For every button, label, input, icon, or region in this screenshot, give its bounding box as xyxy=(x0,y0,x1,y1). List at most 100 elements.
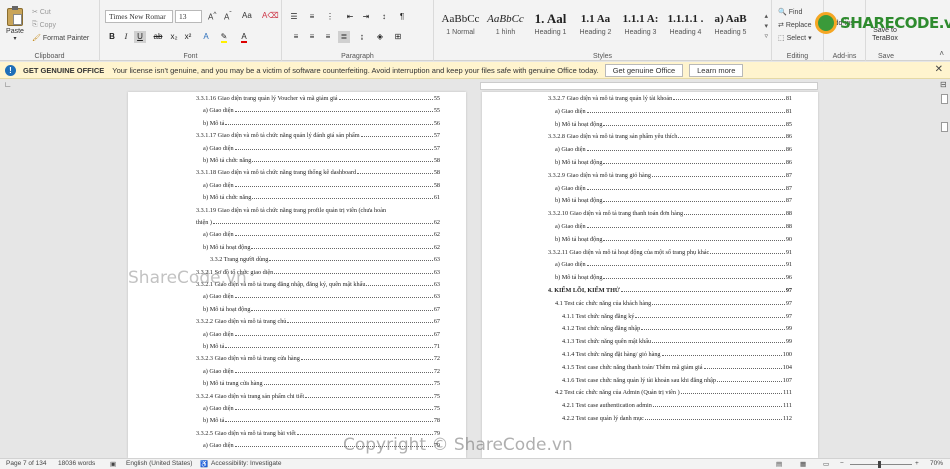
paste-button[interactable]: Paste ▾ xyxy=(4,6,26,44)
toc-entry[interactable]: a) Giao diện 62 xyxy=(203,229,440,238)
vertical-scrollbar[interactable] xyxy=(938,92,950,458)
toc-entry[interactable]: b) Mô tả hoạt động 67 xyxy=(203,304,440,313)
toc-entry[interactable]: 3.3.2.4 Giao diện và trang sản phẩm chi … xyxy=(196,391,440,400)
language[interactable]: English (United States) xyxy=(126,460,192,467)
multilevel-list-icon[interactable]: ⋮ xyxy=(324,11,336,23)
zoom-slider[interactable] xyxy=(850,461,912,468)
strikethrough-button[interactable]: ab xyxy=(152,31,164,43)
select-button[interactable]: ⬚ Select ▾ xyxy=(778,34,812,43)
document-page-left[interactable]: 3.3.1.16 Giao diện trang quản lý Voucher… xyxy=(128,92,466,458)
toc-entry[interactable]: 3.3.2.9 Giao diện và mô tả trang giỏ hàn… xyxy=(548,170,792,179)
toc-entry[interactable]: a) Giao diện 63 xyxy=(203,291,440,300)
toc-entry[interactable]: 3.3.2.10 Giao diện và mô tả trang thanh … xyxy=(548,208,792,217)
pilcrow-icon[interactable]: ¶ xyxy=(396,11,408,23)
shading-icon[interactable]: ◈ xyxy=(374,31,386,43)
font-size-select[interactable]: 13 xyxy=(175,10,202,23)
scrollbar-up[interactable] xyxy=(941,94,948,104)
toc-entry[interactable]: 3.3.2.3 Giao diện và mô tả trang cửa hàn… xyxy=(196,353,440,362)
ribbon-collapse-icon[interactable]: ˄ xyxy=(939,49,944,58)
toc-entry[interactable]: 3.3.2.2 Giao diện và mô tả trang chủ 67 xyxy=(196,316,440,325)
font-name-select[interactable]: Times New Romar xyxy=(105,10,173,23)
zoom-slider-thumb[interactable] xyxy=(878,461,881,468)
toc-entry[interactable]: b) Mô tả 71 xyxy=(203,341,440,350)
style-item[interactable]: AaBbCc 1 Normal xyxy=(438,9,483,47)
zoom-out-icon[interactable]: − xyxy=(840,460,844,467)
toc-entry[interactable]: a) Giao diện 58 xyxy=(203,180,440,189)
text-effects-button[interactable]: A xyxy=(200,31,212,43)
toc-entry[interactable]: 4.1.3 Test chức năng quên mật khẩu 99 xyxy=(562,336,792,345)
document-page-right[interactable]: 3.3.2.7 Giao diện và mô tả trang quản lý… xyxy=(482,92,818,458)
toc-entry[interactable]: a) Giao diện 57 xyxy=(203,143,440,152)
justify-icon[interactable]: ≣ xyxy=(338,31,350,43)
toc-entry[interactable]: 4.2.2 Test case quản lý danh mục 112 xyxy=(562,413,792,422)
align-right-icon[interactable]: ≡ xyxy=(322,31,334,43)
change-case-icon[interactable]: Aa xyxy=(242,11,252,20)
toc-entry[interactable]: 4.1 Test các chức năng của khách hàng 97 xyxy=(555,298,792,307)
read-mode-icon[interactable]: ▤ xyxy=(776,460,782,468)
toc-entry[interactable]: a) Giao diện 67 xyxy=(203,329,440,338)
toc-entry[interactable]: a) Giao diện 87 xyxy=(555,183,792,192)
borders-icon[interactable]: ⊞ xyxy=(392,31,404,43)
horizontal-ruler[interactable] xyxy=(480,82,818,90)
print-layout-icon[interactable]: ▦ xyxy=(800,460,806,468)
italic-button[interactable]: I xyxy=(120,31,132,43)
toc-entry[interactable]: a) Giao diện 55 xyxy=(203,105,440,114)
toc-entry[interactable]: 3.3.2.5 Giao diện và mô tả trang bài viế… xyxy=(196,428,440,437)
toc-entry[interactable]: b) Mô tả hoạt động 62 xyxy=(203,242,440,251)
view-ruler-icon[interactable]: ⊟ xyxy=(940,80,947,89)
toc-entry[interactable]: a) Giao diện 91 xyxy=(555,259,792,268)
toc-entry[interactable]: b) Mô tả hoạt động 90 xyxy=(555,234,792,243)
toc-entry[interactable]: 4.1.6 Test case chức năng quản lý tài kh… xyxy=(562,375,792,384)
toc-entry[interactable]: 3.3.2 Trang người dùng 63 xyxy=(210,254,440,263)
toc-entry[interactable]: b) Mô tả hoạt động 85 xyxy=(555,119,792,128)
font-color-button[interactable]: A xyxy=(238,31,250,43)
clear-format-icon[interactable]: A⌫ xyxy=(262,11,279,20)
toc-entry[interactable]: thiện ) 62 xyxy=(196,217,440,226)
toc-entry[interactable]: 3.3.1.17 Giao diện và mô tả chức năng qu… xyxy=(196,130,440,139)
toc-entry[interactable]: b) Mô tả chức năng 61 xyxy=(203,192,440,201)
subscript-button[interactable]: x₂ xyxy=(168,31,180,43)
bold-button[interactable]: B xyxy=(106,31,118,43)
format-painter-button[interactable]: 🖌 Format Painter xyxy=(32,34,89,43)
toc-entry[interactable]: b) Mô tả trang cửa hàng 75 xyxy=(203,378,440,387)
style-item[interactable]: AaBbCc 1 hình xyxy=(483,9,528,47)
accessibility-status[interactable]: Accessibility: Investigate xyxy=(211,460,281,467)
zoom-level[interactable]: 70% xyxy=(930,460,943,467)
sort-icon[interactable]: ↕ xyxy=(378,11,390,23)
toc-entry[interactable]: 4.2.1 Test case authentication admin 111 xyxy=(562,400,792,409)
style-item[interactable]: 1. Aal Heading 1 xyxy=(528,9,573,47)
toc-entry[interactable]: a) Giao diện 88 xyxy=(555,221,792,230)
toc-entry[interactable]: b) Mô tả 78 xyxy=(203,415,440,424)
tab-selector-icon[interactable]: ∟ xyxy=(4,80,12,89)
increase-indent-icon[interactable]: ⇥ xyxy=(360,11,372,23)
toc-entry[interactable]: 4.1.2 Test chức năng đăng nhập 99 xyxy=(562,323,792,332)
toc-entry[interactable]: 4.1.1 Test chức năng đăng ký 97 xyxy=(562,311,792,320)
line-spacing-icon[interactable]: ↨ xyxy=(356,31,368,43)
grow-font-icon[interactable]: A^ xyxy=(208,11,216,22)
toc-entry[interactable]: 4.2 Test các chức năng của Admin (Quản t… xyxy=(555,387,792,396)
styles-scroll-icon[interactable]: ▴ ▾ ▿ xyxy=(764,12,768,42)
replace-button[interactable]: ⇄ Replace xyxy=(778,21,812,30)
shrink-font-icon[interactable]: Aˇ xyxy=(224,11,232,22)
superscript-button[interactable]: x² xyxy=(182,31,194,43)
proofing-icon[interactable]: ▣ xyxy=(110,460,116,468)
toc-entry[interactable]: b) Mô tả hoạt động 96 xyxy=(555,272,792,281)
close-icon[interactable]: ✕ xyxy=(935,64,943,75)
copy-button[interactable]: ⎘ Copy xyxy=(32,21,56,29)
learn-more-button[interactable]: Learn more xyxy=(689,63,744,77)
toc-entry[interactable]: b) Mô tả hoạt động 86 xyxy=(555,157,792,166)
toc-entry[interactable]: b) Mô tả hoạt động 87 xyxy=(555,195,792,204)
cut-button[interactable]: ✂ Cut xyxy=(32,8,51,17)
page-count[interactable]: Page 7 of 134 xyxy=(6,460,46,467)
scrollbar-thumb[interactable] xyxy=(941,122,948,132)
zoom-in-icon[interactable]: + xyxy=(915,460,919,467)
align-center-icon[interactable]: ≡ xyxy=(306,31,318,43)
find-button[interactable]: 🔍 Find xyxy=(778,8,802,17)
toc-entry[interactable]: 4.1.5 Test case chức năng thanh toán/ Th… xyxy=(562,362,792,371)
toc-entry[interactable]: 4. KIỂM LỖI, KIỂM THỬ 97 xyxy=(548,285,792,294)
web-layout-icon[interactable]: ▭ xyxy=(823,460,829,468)
toc-entry[interactable]: 3.3.1.18 Giao diện và mô tả chức năng tr… xyxy=(196,167,440,176)
style-item[interactable]: 1.1.1.1 . Heading 4 xyxy=(663,9,708,47)
toc-entry[interactable]: b) Mô tả chức năng 58 xyxy=(203,155,440,164)
toc-entry[interactable]: 4.1.4 Test chức năng đặt hàng/ giỏ hàng 1… xyxy=(562,349,792,358)
